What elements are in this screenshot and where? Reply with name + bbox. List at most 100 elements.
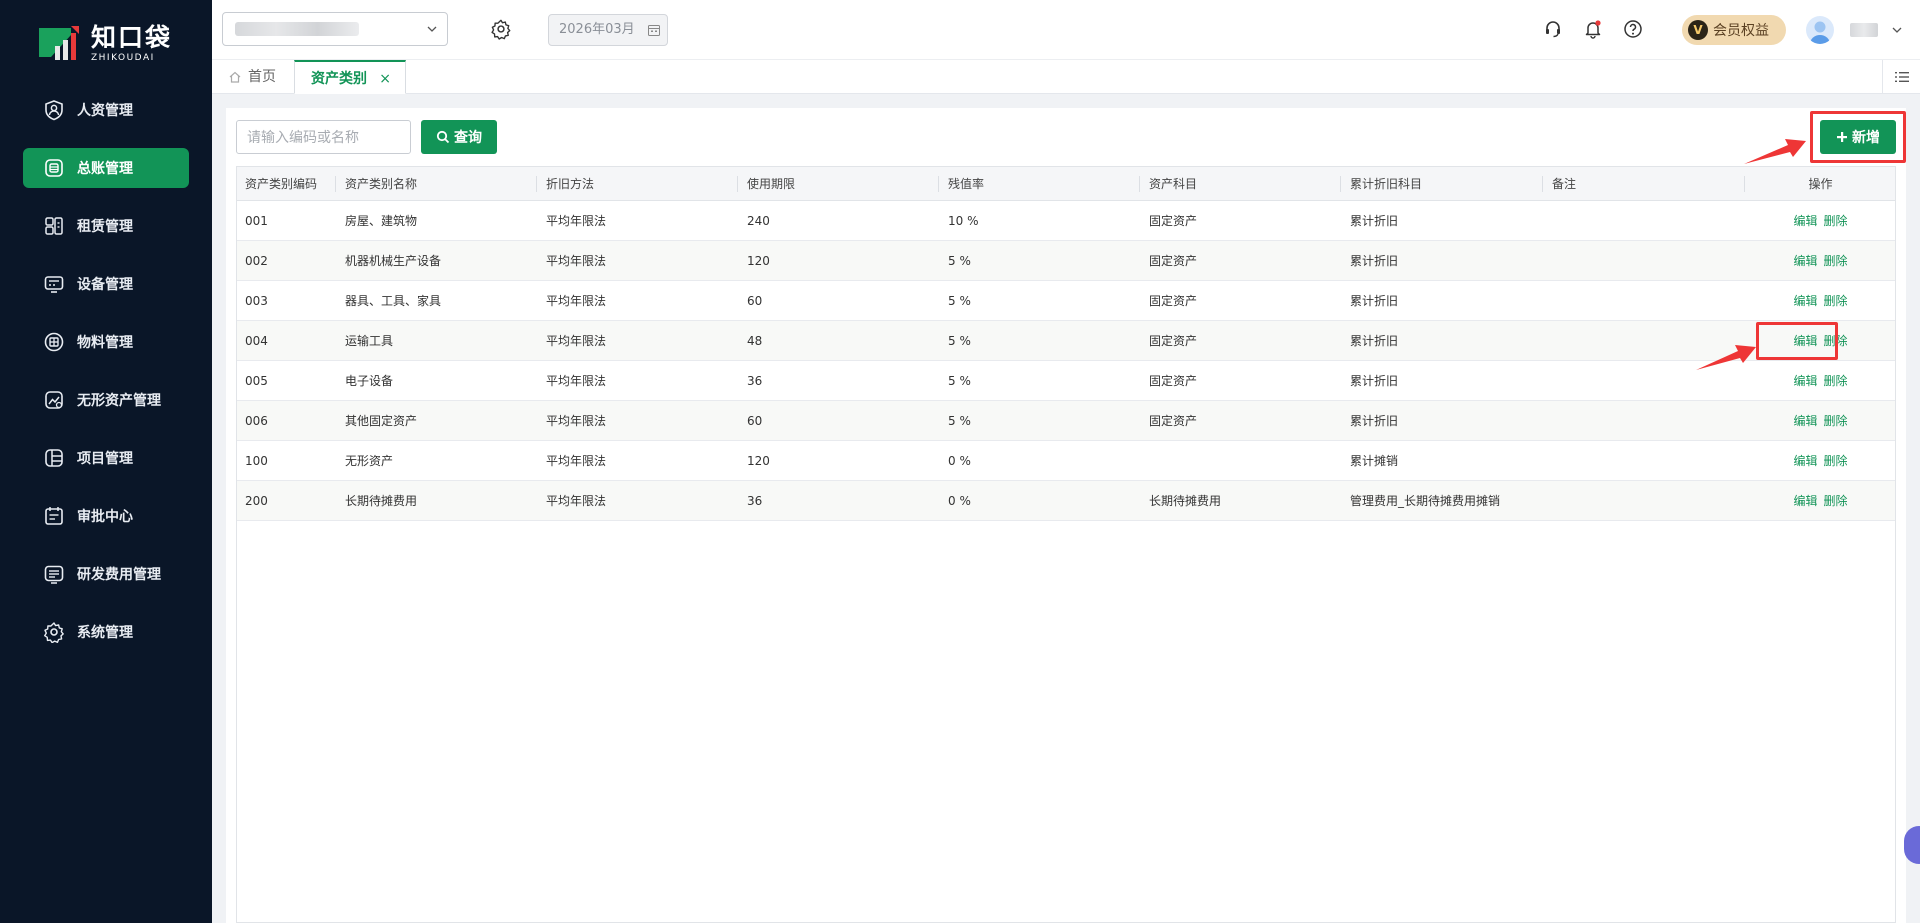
column-header: 累计折旧科目 (1341, 166, 1543, 201)
edit-link[interactable]: 编辑 (1793, 334, 1817, 348)
cell-actions: 编辑 删除 (1745, 400, 1896, 441)
ledger-icon (43, 157, 65, 179)
add-button[interactable]: 新增 (1820, 120, 1896, 154)
headset-support-icon[interactable] (1543, 19, 1563, 39)
cell-code: 100 (236, 440, 336, 481)
cell-code: 002 (236, 240, 336, 281)
sidebar-item-3[interactable]: 设备管理 (23, 264, 189, 304)
cell-asset-account: 固定资产 (1140, 240, 1341, 281)
cell-asset-account (1140, 440, 1341, 481)
sidebar-item-5[interactable]: 无形资产管理 (23, 380, 189, 420)
edit-link[interactable]: 编辑 (1793, 494, 1817, 508)
sidebar-item-label: 审批中心 (77, 509, 133, 525)
logo[interactable]: 知口袋 ZHIKOUDAI (37, 22, 172, 66)
cell-actions: 编辑 删除 (1745, 200, 1896, 241)
delete-link[interactable]: 删除 (1824, 494, 1848, 508)
column-header: 资产科目 (1140, 166, 1341, 201)
edit-link[interactable]: 编辑 (1793, 454, 1817, 468)
cell-name: 运输工具 (336, 320, 537, 361)
edit-link[interactable]: 编辑 (1793, 374, 1817, 388)
cell-asset-account: 长期待摊费用 (1140, 480, 1341, 521)
sidebar-item-2[interactable]: 租赁管理 (23, 206, 189, 246)
user-name-redacted[interactable] (1850, 23, 1878, 37)
table-header-row: 资产类别编码 资产类别名称 折旧方法 使用期限 残值率 资产科目 累计折旧科目 备注 操作 (236, 166, 1896, 201)
period-month-value: 2026年03月 (559, 22, 635, 37)
tab-home[interactable]: 首页 (228, 60, 276, 94)
table-row[interactable]: 005 电子设备 平均年限法 36 5 % 固定资产 累计折旧 编辑 删除 (236, 360, 1896, 401)
sidebar-item-label: 租赁管理 (77, 219, 133, 235)
delete-link[interactable]: 删除 (1824, 294, 1848, 308)
chat-float-button[interactable] (1904, 826, 1920, 864)
delete-link[interactable]: 删除 (1824, 254, 1848, 268)
edit-link[interactable]: 编辑 (1793, 414, 1817, 428)
delete-link[interactable]: 删除 (1824, 454, 1848, 468)
cell-method: 平均年限法 (537, 440, 738, 481)
table-row[interactable]: 002 机器机械生产设备 平均年限法 120 5 % 固定资产 累计折旧 编辑 删除 (236, 240, 1896, 281)
cell-note (1543, 400, 1745, 441)
search-input[interactable] (236, 120, 411, 154)
company-select[interactable] (222, 12, 448, 46)
cell-asset-account: 固定资产 (1140, 280, 1341, 321)
sidebar-item-7[interactable]: 审批中心 (23, 496, 189, 536)
cell-dep-account: 累计摊销 (1341, 440, 1543, 481)
approval-icon (43, 505, 65, 527)
pointer-arrow-add (1744, 139, 1806, 164)
cell-method: 平均年限法 (537, 280, 738, 321)
cell-term: 36 (738, 360, 939, 401)
sidebar-item-4[interactable]: 物料管理 (23, 322, 189, 362)
sidebar-item-label: 系统管理 (77, 625, 133, 641)
cell-code: 001 (236, 200, 336, 241)
cell-dep-account: 累计折旧 (1341, 280, 1543, 321)
tab-bar: 首页 资产类别 × (212, 60, 1920, 94)
table-row[interactable]: 100 无形资产 平均年限法 120 0 % 累计摊销 编辑 删除 (236, 440, 1896, 481)
gear-icon (43, 621, 65, 643)
sidebar-item-9[interactable]: 系统管理 (23, 612, 189, 652)
column-header: 折旧方法 (537, 166, 738, 201)
edit-link[interactable]: 编辑 (1793, 254, 1817, 268)
query-button[interactable]: 查询 (421, 120, 497, 154)
sidebar-item-0[interactable]: 人资管理 (23, 90, 189, 130)
sidebar-item-6[interactable]: 项目管理 (23, 438, 189, 478)
table-row[interactable]: 200 长期待摊费用 平均年限法 36 0 % 长期待摊费用 管理费用_长期待摊费用摊销 编辑… (236, 480, 1896, 521)
period-month-field[interactable]: 2026年03月 (548, 14, 668, 46)
cell-name: 无形资产 (336, 440, 537, 481)
tab-asset-category-label: 资产类别 (311, 71, 367, 87)
cell-asset-account: 固定资产 (1140, 320, 1341, 361)
cell-code: 003 (236, 280, 336, 321)
table-row[interactable]: 001 房屋、建筑物 平均年限法 240 10 % 固定资产 累计折旧 编辑 删除 (236, 200, 1896, 241)
chevron-down-icon[interactable] (1890, 23, 1904, 37)
edit-link[interactable]: 编辑 (1793, 294, 1817, 308)
help-question-icon[interactable] (1623, 19, 1643, 39)
table-row[interactable]: 004 运输工具 平均年限法 48 5 % 固定资产 累计折旧 编辑 删除 (236, 320, 1896, 361)
cell-asset-account: 固定资产 (1140, 400, 1341, 441)
tab-asset-category[interactable]: 资产类别 × (294, 60, 406, 94)
topbar: 2026年03月 V 会员权益 (212, 0, 1920, 60)
sidebar-item-1[interactable]: 总账管理 (23, 148, 189, 188)
logo-title: 知口袋 (91, 23, 173, 52)
cell-dep-account: 累计折旧 (1341, 360, 1543, 401)
close-icon[interactable]: × (379, 62, 391, 96)
tab-list-menu[interactable] (1882, 60, 1920, 94)
asset-category-panel: 查询 新增 资产类别编码资产类别名称折旧方法使用期限残值率资产科目累计折旧科目备… (226, 108, 1906, 923)
delete-link[interactable]: 删除 (1824, 374, 1848, 388)
cell-note (1543, 480, 1745, 521)
list-menu-icon (1894, 72, 1909, 82)
sidebar-item-label: 项目管理 (77, 451, 133, 467)
sidebar-item-8[interactable]: 研发费用管理 (23, 554, 189, 594)
cell-actions: 编辑 删除 (1745, 240, 1896, 281)
delete-link[interactable]: 删除 (1824, 214, 1848, 228)
sidebar-item-label: 物料管理 (77, 335, 133, 351)
edit-link[interactable]: 编辑 (1793, 214, 1817, 228)
vip-benefits-button[interactable]: V 会员权益 (1682, 15, 1786, 45)
table-row[interactable]: 003 器具、工具、家具 平均年限法 60 5 % 固定资产 累计折旧 编辑 删除 (236, 280, 1896, 321)
delete-link[interactable]: 删除 (1824, 334, 1848, 348)
bell-notification-icon[interactable] (1583, 19, 1603, 39)
sidebar-item-label: 总账管理 (77, 161, 133, 177)
search-icon (436, 130, 450, 144)
table-row[interactable]: 006 其他固定资产 平均年限法 60 5 % 固定资产 累计折旧 编辑 删除 (236, 400, 1896, 441)
gear-icon[interactable] (490, 18, 512, 40)
cell-residual: 5 % (939, 360, 1140, 401)
delete-link[interactable]: 删除 (1824, 414, 1848, 428)
cell-term: 60 (738, 280, 939, 321)
user-avatar[interactable] (1806, 16, 1834, 44)
